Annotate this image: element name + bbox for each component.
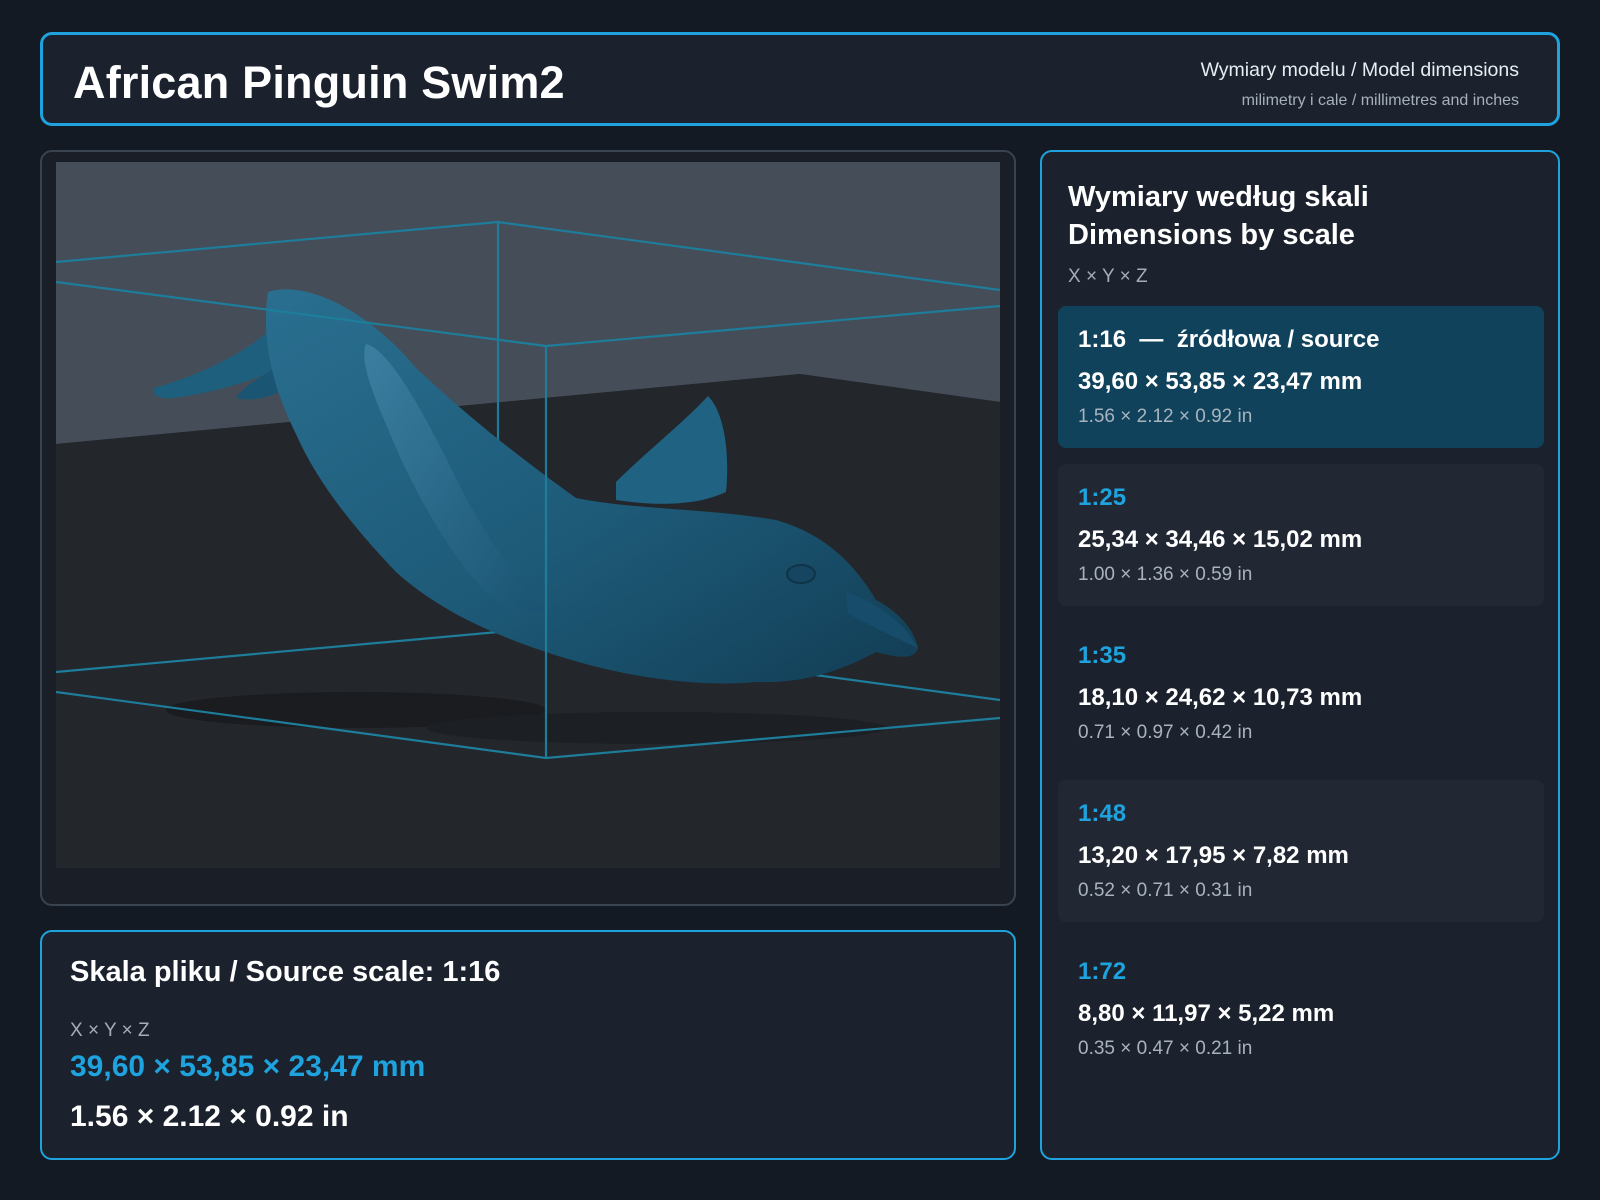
scale-dimensions-mm: 18,10 × 24,62 × 10,73 mm bbox=[1078, 684, 1363, 711]
model-viewport[interactable] bbox=[56, 162, 1000, 868]
scales-title-pl: Wymiary według skali bbox=[1068, 181, 1369, 213]
scale-dimensions-in: 1.00 × 1.36 × 0.59 in bbox=[1078, 564, 1253, 585]
model-render bbox=[56, 162, 1000, 868]
scale-item-1-48[interactable]: 1:48 13,20 × 17,95 × 7,82 mm 0.52 × 0.71… bbox=[1058, 780, 1544, 922]
model-viewer-panel bbox=[40, 150, 1016, 906]
model-shadow-2 bbox=[426, 712, 886, 744]
header-subtitle: Wymiary modelu / Model dimensions milime… bbox=[1201, 59, 1519, 110]
scale-label: 1:35 bbox=[1078, 642, 1127, 669]
scales-axes-label: X × Y × Z bbox=[1068, 266, 1148, 287]
source-dimensions-mm: 39,60 × 53,85 × 23,47 mm bbox=[70, 1050, 426, 1083]
source-dimensions-in: 1.56 × 2.12 × 0.92 in bbox=[70, 1100, 349, 1133]
scale-item-1-25[interactable]: 1:25 25,34 × 34,46 × 15,02 mm 1.00 × 1.3… bbox=[1058, 464, 1544, 606]
scale-label: 1:25 bbox=[1078, 484, 1127, 511]
scale-item-1-35[interactable]: 1:35 18,10 × 24,62 × 10,73 mm 0.71 × 0.9… bbox=[1058, 622, 1544, 764]
source-axes-label: X × Y × Z bbox=[70, 1020, 150, 1041]
source-scale-title: Skala pliku / Source scale: 1:16 bbox=[70, 956, 501, 988]
scale-dimensions-mm: 13,20 × 17,95 × 7,82 mm bbox=[1078, 842, 1349, 869]
header-subtitle-secondary: milimetry i cale / millimetres and inche… bbox=[1241, 92, 1519, 109]
scale-dimensions-mm: 39,60 × 53,85 × 23,47 mm bbox=[1078, 368, 1363, 395]
scales-panel: Wymiary według skali Dimensions by scale… bbox=[1040, 150, 1560, 1160]
scale-list: 1:16 — źródłowa / source 39,60 × 53,85 ×… bbox=[1058, 306, 1544, 1096]
scale-dimensions-mm: 25,34 × 34,46 × 15,02 mm bbox=[1078, 526, 1363, 553]
scales-title-en: Dimensions by scale bbox=[1068, 219, 1355, 251]
header-panel: African Pinguin Swim2 Wymiary modelu / M… bbox=[40, 32, 1560, 126]
scale-dimensions-in: 1.56 × 2.12 × 0.92 in bbox=[1078, 406, 1253, 427]
scale-dimensions-in: 0.35 × 0.47 × 0.21 in bbox=[1078, 1038, 1253, 1059]
scale-label: 1:16 — źródłowa / source bbox=[1078, 326, 1380, 353]
header-subtitle-primary: Wymiary modelu / Model dimensions bbox=[1200, 59, 1519, 81]
scales-title: Wymiary według skali Dimensions by scale bbox=[1068, 178, 1369, 254]
source-scale-panel: Skala pliku / Source scale: 1:16 X × Y ×… bbox=[40, 930, 1016, 1160]
scale-dimensions-in: 0.52 × 0.71 × 0.31 in bbox=[1078, 880, 1253, 901]
scale-item-1-72[interactable]: 1:72 8,80 × 11,97 × 5,22 mm 0.35 × 0.47 … bbox=[1058, 938, 1544, 1080]
scale-dimensions-mm: 8,80 × 11,97 × 5,22 mm bbox=[1078, 1000, 1335, 1027]
scale-label: 1:48 bbox=[1078, 800, 1127, 827]
scale-label: 1:72 bbox=[1078, 958, 1127, 985]
scale-item-1-16[interactable]: 1:16 — źródłowa / source 39,60 × 53,85 ×… bbox=[1058, 306, 1544, 448]
model-title: African Pinguin Swim2 bbox=[73, 57, 565, 108]
scale-dimensions-in: 0.71 × 0.97 × 0.42 in bbox=[1078, 722, 1253, 743]
